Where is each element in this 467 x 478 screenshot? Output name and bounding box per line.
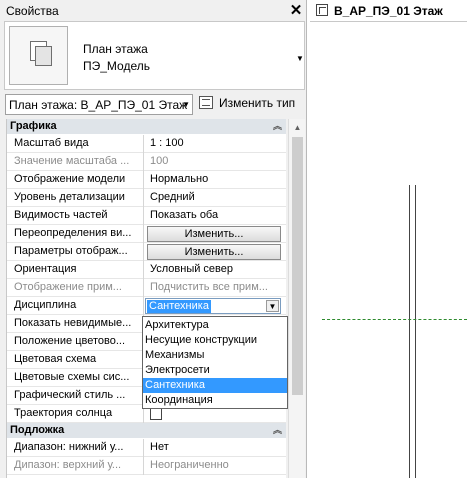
row-display-options[interactable]: Параметры отображ... Изменить... [7, 243, 286, 261]
property-value[interactable]: Нормально [144, 171, 286, 189]
row-display-model[interactable]: Отображение модели Нормально [7, 171, 286, 189]
property-value[interactable]: Показать оба [144, 207, 286, 225]
edit-type-button[interactable]: Изменить тип [199, 94, 295, 114]
discipline-select[interactable]: Сантехника ▼ [145, 298, 281, 314]
collapse-icon[interactable]: ︽ [273, 119, 282, 132]
property-name: Отображение модели [7, 171, 144, 189]
edit-type-label: Изменить тип [219, 96, 296, 110]
palette-header: Свойства ✕ [0, 0, 307, 21]
row-parts-visibility[interactable]: Видимость частей Показать оба [7, 207, 286, 225]
sun-path-checkbox[interactable] [150, 408, 162, 420]
row-range-top-level: Дипазон: верхний у... Неограниченно [7, 457, 286, 475]
wall-line [409, 185, 410, 478]
property-name: Положение цветово... [7, 333, 144, 351]
tab-floor-plan-view[interactable]: В_АР_ПЭ_01 Этаж [310, 0, 467, 22]
row-orientation[interactable]: Ориентация Условный север [7, 261, 286, 279]
section-graphics-label: Графика [10, 120, 57, 132]
property-name: Параметры отображ... [7, 243, 144, 261]
close-icon[interactable]: ✕ [289, 1, 303, 19]
property-value[interactable]: 1 : 100 [144, 135, 286, 153]
section-underlay[interactable]: Подложка ︽ [7, 423, 286, 438]
discipline-dropdown-list[interactable]: Архитектура Несущие конструкции Механизм… [142, 316, 288, 409]
grid-line [322, 319, 467, 320]
property-name: Цветовые схемы сис... [7, 369, 144, 387]
property-value[interactable]: Нет [144, 439, 286, 457]
view-instance-select[interactable]: План этажа: В_АР_ПЭ_01 Этаж ▼ [5, 94, 193, 115]
discipline-option[interactable]: Электросети [143, 363, 287, 378]
row-scale-value: Значение масштаба ... 100 [7, 153, 286, 171]
edit-display-options-button[interactable]: Изменить... [147, 244, 281, 260]
edit-overrides-button[interactable]: Изменить... [147, 226, 281, 242]
drawing-canvas[interactable] [310, 22, 467, 478]
type-name: ПЭ_Модель [83, 59, 150, 73]
floor-plan-icon [9, 26, 68, 85]
scrollbar-thumb[interactable] [292, 137, 303, 395]
type-family: План этажа [83, 42, 148, 56]
wall-line [415, 185, 416, 478]
palette-title: Свойства [6, 4, 59, 18]
view-instance-label: План этажа: В_АР_ПЭ_01 Этаж [9, 98, 188, 112]
chevron-down-icon[interactable]: ▼ [266, 300, 279, 312]
property-name: Значение масштаба ... [7, 153, 144, 171]
chevron-down-icon[interactable]: ▼ [182, 100, 190, 109]
discipline-option[interactable]: Механизмы [143, 348, 287, 363]
row-visibility-overrides[interactable]: Переопределения ви... Изменить... [7, 225, 286, 243]
property-value[interactable]: Средний [144, 189, 286, 207]
view-tab-title: В_АР_ПЭ_01 Этаж [334, 4, 443, 18]
row-discipline[interactable]: Дисциплина Сантехника ▼ [7, 297, 286, 315]
property-name: Дисциплина [7, 297, 144, 315]
property-name: Показать невидимые... [7, 315, 144, 333]
discipline-selected-value: Сантехника [147, 300, 211, 313]
discipline-option[interactable]: Несущие конструкции [143, 333, 287, 348]
floor-plan-icon [316, 4, 328, 16]
property-name: Видимость частей [7, 207, 144, 225]
property-name: Переопределения ви... [7, 225, 144, 243]
row-detail-level[interactable]: Уровень детализации Средний [7, 189, 286, 207]
property-value: Подчистить все прим... [150, 281, 268, 293]
scrollbar[interactable]: ▲ [288, 119, 305, 478]
edit-type-icon [199, 96, 213, 109]
discipline-option[interactable]: Архитектура [143, 318, 287, 333]
property-name: Графический стиль ... [7, 387, 144, 405]
row-range-base-level[interactable]: Диапазон: нижний у... Нет [7, 439, 286, 457]
property-name: Дипазон: верхний у... [7, 457, 144, 475]
property-name: Уровень детализации [7, 189, 144, 207]
collapse-icon[interactable]: ︽ [273, 423, 282, 436]
property-name: Диапазон: нижний у... [7, 439, 144, 457]
chevron-down-icon[interactable]: ▼ [296, 54, 304, 63]
property-value: 100 [150, 155, 169, 167]
row-view-scale[interactable]: Масштаб вида 1 : 100 [7, 135, 286, 153]
section-underlay-label: Подложка [10, 424, 65, 436]
type-selector[interactable]: План этажа ПЭ_Модель ▼ [4, 21, 305, 90]
property-value[interactable]: Условный север [144, 261, 286, 279]
properties-grid: Графика ︽ Масштаб вида 1 : 100 Значение … [6, 119, 286, 478]
section-graphics[interactable]: Графика ︽ [7, 119, 286, 134]
property-name: Траектория солнца [7, 405, 144, 423]
property-value: Неограниченно [150, 459, 229, 471]
property-name: Ориентация [7, 261, 144, 279]
discipline-option-selected[interactable]: Сантехника [143, 378, 287, 393]
property-name: Масштаб вида [7, 135, 144, 153]
property-name: Цветовая схема [7, 351, 144, 369]
property-name: Отображение прим... [7, 279, 144, 297]
scroll-up-icon[interactable]: ▲ [289, 119, 306, 136]
discipline-option[interactable]: Координация [143, 393, 287, 408]
row-wall-join-display: Отображение прим... Подчистить все прим.… [7, 279, 286, 297]
